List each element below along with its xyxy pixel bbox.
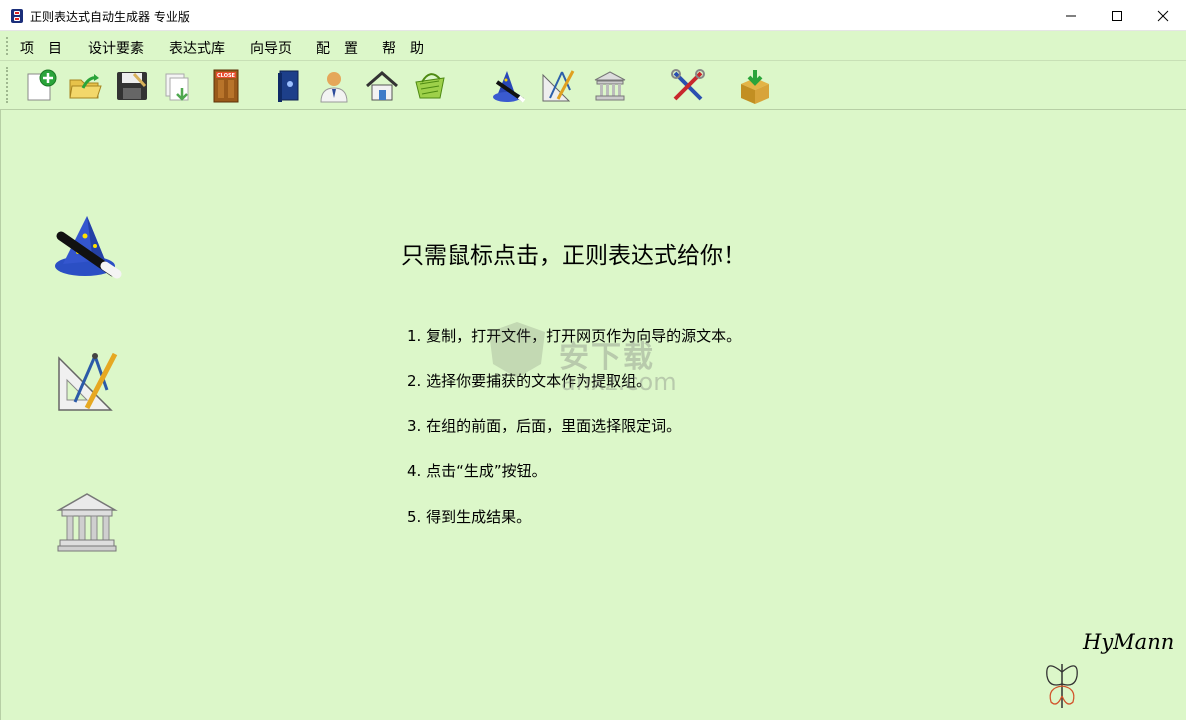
toolbar-grip[interactable]: [6, 67, 8, 103]
library-button[interactable]: [590, 67, 630, 105]
compass-ruler-icon: [542, 70, 575, 102]
menu-design-elements[interactable]: 设计要素: [88, 38, 144, 58]
book-icon: [278, 70, 299, 102]
user-icon: [320, 72, 348, 103]
new-document-icon: [27, 69, 57, 101]
user-button[interactable]: [314, 67, 354, 105]
home-button[interactable]: [362, 67, 402, 105]
menu-bar: 项 目 设计要素 表达式库 向导页 配 置 帮 助: [0, 31, 1186, 60]
watermark-shield-icon: [489, 322, 545, 378]
wizard-hat-icon: [55, 216, 122, 279]
title-bar: 正则表达式自动生成器 专业版: [0, 0, 1186, 31]
close-door-label: CLOSE: [217, 73, 236, 79]
minimize-icon: [1066, 15, 1076, 16]
wizard-shortcut[interactable]: [53, 214, 123, 284]
export-icon: [165, 73, 189, 101]
app-logo-icon: [11, 9, 23, 23]
library-icon: [594, 71, 626, 101]
step-5: 5. 得到生成结果。: [407, 508, 532, 526]
signature: HyMann: [1083, 630, 1175, 654]
basket-icon: [415, 73, 445, 99]
butterfly-logo-icon: [1046, 664, 1078, 708]
step-3: 3. 在组的前面，后面，里面选择限定词。: [407, 417, 682, 435]
menu-expression-library[interactable]: 表达式库: [169, 38, 225, 58]
watermark-sub: anxz.com: [561, 368, 677, 396]
design-button[interactable]: [538, 67, 578, 105]
open-button[interactable]: [65, 67, 105, 105]
minimize-button[interactable]: [1048, 0, 1094, 31]
save-button[interactable]: [112, 67, 152, 105]
menu-wizard[interactable]: 向导页: [250, 38, 292, 58]
home-icon: [366, 71, 398, 101]
main-panel: 只需鼠标点击，正则表达式给你！ 1. 复制，打开文件，打开网页作为向导的源文本。…: [0, 110, 1186, 720]
close-door-icon: CLOSE: [213, 69, 239, 103]
close-project-button[interactable]: CLOSE: [206, 67, 246, 105]
basket-button[interactable]: [410, 67, 450, 105]
library-icon: [56, 493, 118, 552]
window-title: 正则表达式自动生成器 专业版: [30, 10, 190, 24]
library-shortcut[interactable]: [56, 490, 118, 558]
maximize-button[interactable]: [1094, 0, 1140, 31]
settings-button[interactable]: [668, 67, 708, 105]
menu-grip[interactable]: [6, 37, 8, 55]
close-button[interactable]: [1140, 0, 1186, 31]
headline: 只需鼠标点击，正则表达式给你！: [401, 243, 746, 269]
save-disk-icon: [117, 72, 147, 100]
design-shortcut[interactable]: [55, 350, 119, 418]
wizard-hat-icon: [493, 71, 525, 103]
menu-project[interactable]: 项 目: [20, 38, 62, 58]
manual-button[interactable]: [268, 67, 308, 105]
install-button[interactable]: [735, 67, 775, 105]
close-icon: [1157, 10, 1169, 21]
toolbar: CLOSE: [0, 60, 1186, 110]
menu-help[interactable]: 帮 助: [382, 38, 424, 58]
step-4: 4. 点击“生成”按钮。: [407, 462, 547, 480]
new-button[interactable]: [20, 67, 60, 105]
maximize-icon: [1112, 10, 1122, 21]
package-download-icon: [741, 70, 769, 104]
open-folder-icon: [69, 74, 102, 99]
compass-ruler-icon: [58, 352, 118, 411]
wizard-button[interactable]: [487, 67, 527, 105]
tools-icon: [671, 69, 705, 101]
menu-config[interactable]: 配 置: [316, 38, 358, 58]
export-button[interactable]: [158, 67, 198, 105]
